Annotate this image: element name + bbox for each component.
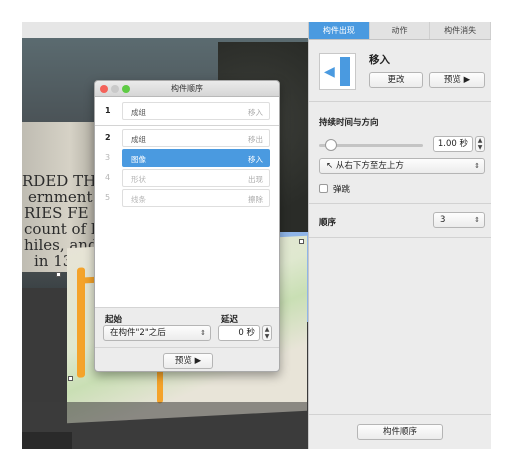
move-in-bar xyxy=(340,57,350,86)
row-number: 2 xyxy=(105,133,111,142)
dialog-title: 构件顺序 xyxy=(171,84,203,93)
divider xyxy=(95,307,279,308)
arrow-left-icon: ◀ xyxy=(324,64,335,80)
preview-button[interactable]: 预览 ▶ xyxy=(429,72,485,88)
selection-handle[interactable] xyxy=(299,239,304,244)
order-label: 顺序 xyxy=(319,218,337,228)
divider xyxy=(309,414,491,415)
row-number: 1 xyxy=(105,106,111,115)
order-select[interactable]: 3 ⇕ xyxy=(433,212,485,228)
zoom-icon[interactable] xyxy=(122,85,130,93)
tab-build-in[interactable]: 构件出现 xyxy=(309,22,370,39)
selection-handle[interactable] xyxy=(56,272,61,277)
build-effect: 移入 xyxy=(248,108,263,117)
build-card[interactable]: 形状 出现 xyxy=(122,169,270,187)
tab-build-out[interactable]: 构件消失 xyxy=(430,22,492,39)
start-select[interactable]: 在构件"2"之后 ⇕ xyxy=(103,325,211,341)
build-object: 线条 xyxy=(131,195,146,204)
build-list[interactable]: 1 成组 移入 2 成组 移出 3 图像 移入 4 形状 出现 5 线条 擦除 xyxy=(95,97,279,307)
list-item[interactable]: 1 成组 移入 xyxy=(95,101,279,121)
build-object: 形状 xyxy=(131,175,146,184)
inspector-tabs[interactable]: 构件出现 动作 构件消失 xyxy=(309,22,492,40)
build-effect: 移出 xyxy=(248,135,263,144)
duration-section: 持续时间与方向 1.00 秒 ▲ ▼ ↖ 从右下方至左上方 ⇕ 弹跳 xyxy=(309,102,491,204)
effect-thumbnail[interactable]: ◀ xyxy=(319,53,356,90)
list-item[interactable]: 2 成组 移出 xyxy=(95,128,279,148)
row-number: 3 xyxy=(105,153,111,162)
duration-field[interactable]: 1.00 秒 xyxy=(433,136,473,152)
list-item[interactable]: 5 线条 擦除 xyxy=(95,188,279,208)
build-object: 成组 xyxy=(131,108,146,117)
canvas-top-strip xyxy=(22,22,308,38)
order-section: 顺序 3 ⇕ xyxy=(309,204,491,238)
duration-heading: 持续时间与方向 xyxy=(319,118,379,128)
list-item-selected[interactable]: 3 图像 移入 xyxy=(95,148,279,168)
bounce-checkbox[interactable] xyxy=(319,184,328,193)
divider xyxy=(95,125,279,126)
build-order-button[interactable]: 构件顺序 xyxy=(357,424,443,440)
canvas-corner xyxy=(22,432,72,449)
updown-icon: ⇕ xyxy=(474,162,480,170)
build-effect: 擦除 xyxy=(248,195,263,204)
build-card[interactable]: 成组 移入 xyxy=(122,102,270,120)
animate-inspector[interactable]: 构件出现 动作 构件消失 ◀ 移入 更改 预览 ▶ 持续时间与方向 1.00 秒… xyxy=(308,22,492,449)
build-card-selected[interactable]: 图像 移入 xyxy=(122,149,270,167)
delay-field[interactable]: 0 秒 xyxy=(218,325,260,341)
build-card[interactable]: 线条 擦除 xyxy=(122,189,270,207)
delay-stepper[interactable]: ▲ ▼ xyxy=(262,325,272,341)
effect-name: 移入 xyxy=(369,54,390,66)
row-number: 5 xyxy=(105,193,111,202)
dialog-preview-button[interactable]: 预览 ▶ xyxy=(163,353,213,369)
start-value: 在构件"2"之后 xyxy=(110,328,166,338)
change-button[interactable]: 更改 xyxy=(369,72,423,88)
build-card[interactable]: 成组 移出 xyxy=(122,129,270,147)
updown-icon: ⇕ xyxy=(200,329,206,337)
start-label: 起始 xyxy=(105,315,123,325)
duration-stepper[interactable]: ▲ ▼ xyxy=(475,136,485,152)
row-number: 4 xyxy=(105,173,111,182)
selection-handle[interactable] xyxy=(68,376,73,381)
divider xyxy=(95,347,279,348)
order-value: 3 xyxy=(440,215,446,225)
arrow-up-left-icon: ↖ xyxy=(326,161,336,171)
duration-slider-knob[interactable] xyxy=(325,139,337,151)
effect-section: ◀ 移入 更改 预览 ▶ xyxy=(309,40,491,102)
minimize-icon[interactable] xyxy=(111,85,119,93)
delay-label: 延迟 xyxy=(221,315,239,325)
build-object: 图像 xyxy=(131,155,146,164)
tab-action[interactable]: 动作 xyxy=(369,22,431,39)
map-road xyxy=(77,267,85,378)
direction-value: 从右下方至左上方 xyxy=(335,161,404,171)
close-icon[interactable] xyxy=(100,85,108,93)
build-order-dialog[interactable]: 构件顺序 1 成组 移入 2 成组 移出 3 图像 移入 4 形状 出现 5 线… xyxy=(94,80,280,372)
build-effect: 移入 xyxy=(248,155,263,164)
build-object: 成组 xyxy=(131,135,146,144)
direction-select[interactable]: ↖ 从右下方至左上方 ⇕ xyxy=(319,158,485,174)
bounce-label: 弹跳 xyxy=(333,185,351,195)
list-item[interactable]: 4 形状 出现 xyxy=(95,168,279,188)
build-effect: 出现 xyxy=(248,175,263,184)
updown-icon: ⇕ xyxy=(474,216,480,224)
dialog-titlebar[interactable]: 构件顺序 xyxy=(95,81,279,97)
